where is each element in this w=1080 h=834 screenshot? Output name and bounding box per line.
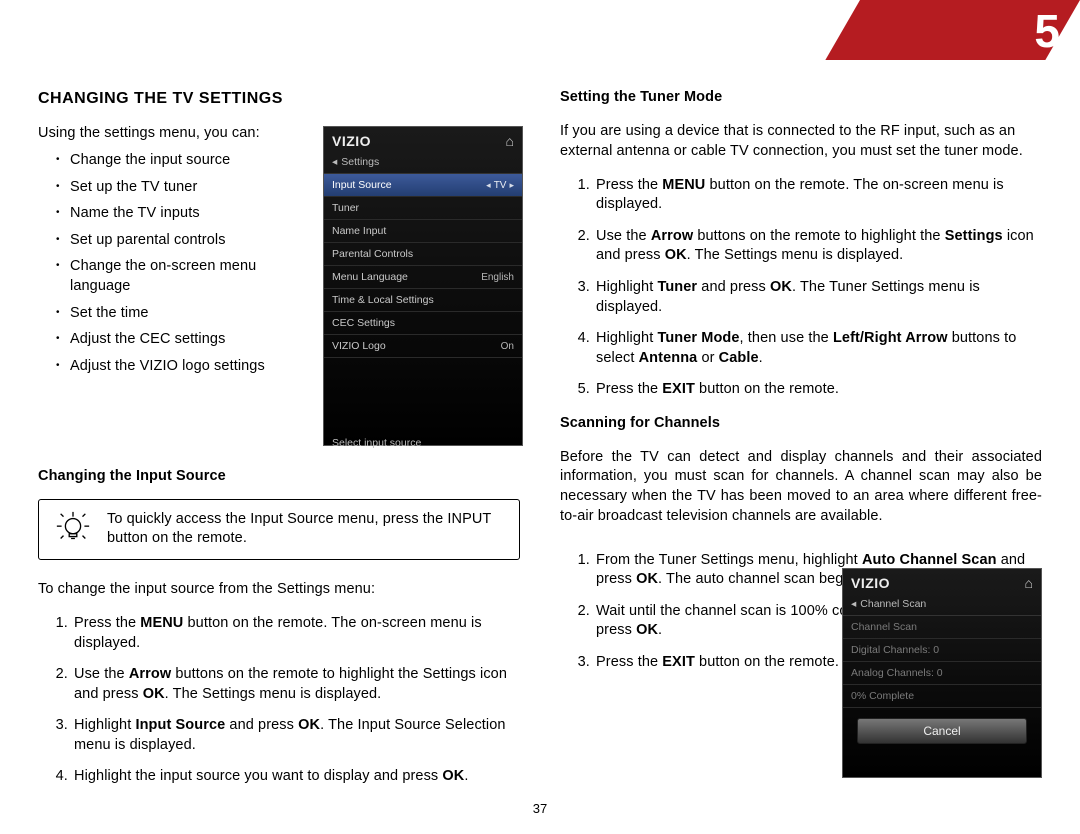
step-item: Press the MENU button on the remote. The… <box>594 176 1042 215</box>
tv-brand-label: VIZIO <box>851 575 890 591</box>
menu-row-label: Name Input <box>332 225 386 237</box>
breadcrumb-label: Settings <box>341 156 379 168</box>
menu-row[interactable]: Input Source ◂TV▸ <box>324 174 522 197</box>
home-icon: ⌂ <box>506 133 514 149</box>
menu-row-value: English <box>481 272 514 283</box>
step-item: Use the Arrow buttons on the remote to h… <box>72 665 520 704</box>
menu-row[interactable]: CEC Settings <box>324 312 522 335</box>
menu-row[interactable]: Analog Channels: 0 <box>843 662 1041 685</box>
menu-row-label: VIZIO Logo <box>332 340 386 352</box>
cancel-button[interactable]: Cancel <box>857 718 1027 744</box>
menu-row-value: On <box>501 341 514 352</box>
list-item: Adjust the CEC settings <box>56 330 302 350</box>
list-item: Set up the TV tuner <box>56 178 302 198</box>
step-item: Highlight Tuner Mode, then use the Left/… <box>594 329 1042 368</box>
subheading-tuner-mode: Setting the Tuner Mode <box>560 88 1042 108</box>
subheading-input-source: Changing the Input Source <box>38 467 520 487</box>
menu-row[interactable]: Menu Language English <box>324 266 522 289</box>
menu-row-label: Digital Channels: 0 <box>851 644 939 656</box>
lightbulb-icon <box>53 510 93 548</box>
step-item: Highlight Input Source and press OK. The… <box>72 716 520 755</box>
breadcrumb-label: Channel Scan <box>860 598 926 610</box>
tv-brand-label: VIZIO <box>332 133 371 149</box>
step-item: Use the Arrow buttons on the remote to h… <box>594 227 1042 266</box>
intro-text: Using the settings menu, you can: <box>38 124 302 144</box>
list-item: Set up parental controls <box>56 231 302 251</box>
steps-input-source: Press the MENU button on the remote. The… <box>38 614 520 787</box>
menu-row[interactable]: Tuner <box>324 197 522 220</box>
tip-text: To quickly access the Input Source menu,… <box>107 510 505 549</box>
step-item: Highlight the input source you want to d… <box>72 767 520 787</box>
page-number: 37 <box>0 801 1080 816</box>
steps-tuner-mode: Press the MENU button on the remote. The… <box>560 176 1042 400</box>
capabilities-list: Change the input source Set up the TV tun… <box>56 151 302 376</box>
tv-menu-settings: VIZIO ⌂ ◂ Settings Input Source ◂TV▸ Tuner… <box>323 126 523 446</box>
menu-row[interactable]: Time & Local Settings <box>324 289 522 312</box>
tuner-intro: If you are using a device that is connec… <box>560 122 1042 161</box>
menu-row-label: Input Source <box>332 179 392 191</box>
list-item: Name the TV inputs <box>56 204 302 224</box>
list-item: Set the time <box>56 304 302 324</box>
back-arrow-icon: ◂ <box>332 156 337 168</box>
menu-row-value: ◂TV▸ <box>486 180 514 191</box>
menu-row-label: Time & Local Settings <box>332 294 434 306</box>
menu-row[interactable]: Parental Controls <box>324 243 522 266</box>
menu-row[interactable]: Channel Scan <box>843 616 1041 639</box>
list-item: Change the input source <box>56 151 302 171</box>
step-item: Highlight Tuner and press OK. The Tuner … <box>594 278 1042 317</box>
menu-row[interactable]: 0% Complete <box>843 685 1041 708</box>
home-icon: ⌂ <box>1025 575 1033 591</box>
menu-row-label: 0% Complete <box>851 690 914 702</box>
menu-row[interactable]: VIZIO Logo On <box>324 335 522 358</box>
subheading-scanning: Scanning for Channels <box>560 414 1042 434</box>
lead-text: To change the input source from the Sett… <box>38 580 520 600</box>
section-heading: CHANGING THE TV SETTINGS <box>38 88 520 110</box>
tv-menu-channel-scan: VIZIO ⌂ ◂ Channel Scan Channel Scan Digit… <box>842 568 1042 778</box>
menu-row-label: Channel Scan <box>851 621 917 633</box>
tv-breadcrumb: ◂ Channel Scan <box>843 595 1041 616</box>
menu-row-label: Analog Channels: 0 <box>851 667 943 679</box>
list-item: Adjust the VIZIO logo settings <box>56 357 302 377</box>
chapter-tab: 5 <box>840 0 1080 60</box>
tv-caption: Select input source <box>324 413 522 457</box>
step-item: Press the MENU button on the remote. The… <box>72 614 520 653</box>
step-item: Press the EXIT button on the remote. <box>594 380 1042 400</box>
menu-row-label: Menu Language <box>332 271 408 283</box>
tip-box: To quickly access the Input Source menu,… <box>38 499 520 560</box>
list-item: Change the on-screen menu language <box>56 257 302 296</box>
tv-breadcrumb: ◂ Settings <box>324 153 522 174</box>
back-arrow-icon: ◂ <box>851 598 856 610</box>
menu-row[interactable]: Name Input <box>324 220 522 243</box>
menu-row-label: Tuner <box>332 202 359 214</box>
chapter-number: 5 <box>1034 4 1060 58</box>
menu-row-label: CEC Settings <box>332 317 395 329</box>
scanning-intro: Before the TV can detect and display cha… <box>560 448 1042 526</box>
menu-row[interactable]: Digital Channels: 0 <box>843 639 1041 662</box>
menu-row-label: Parental Controls <box>332 248 413 260</box>
page-root: 5 CHANGING THE TV SETTINGS Using the set… <box>0 0 1080 834</box>
